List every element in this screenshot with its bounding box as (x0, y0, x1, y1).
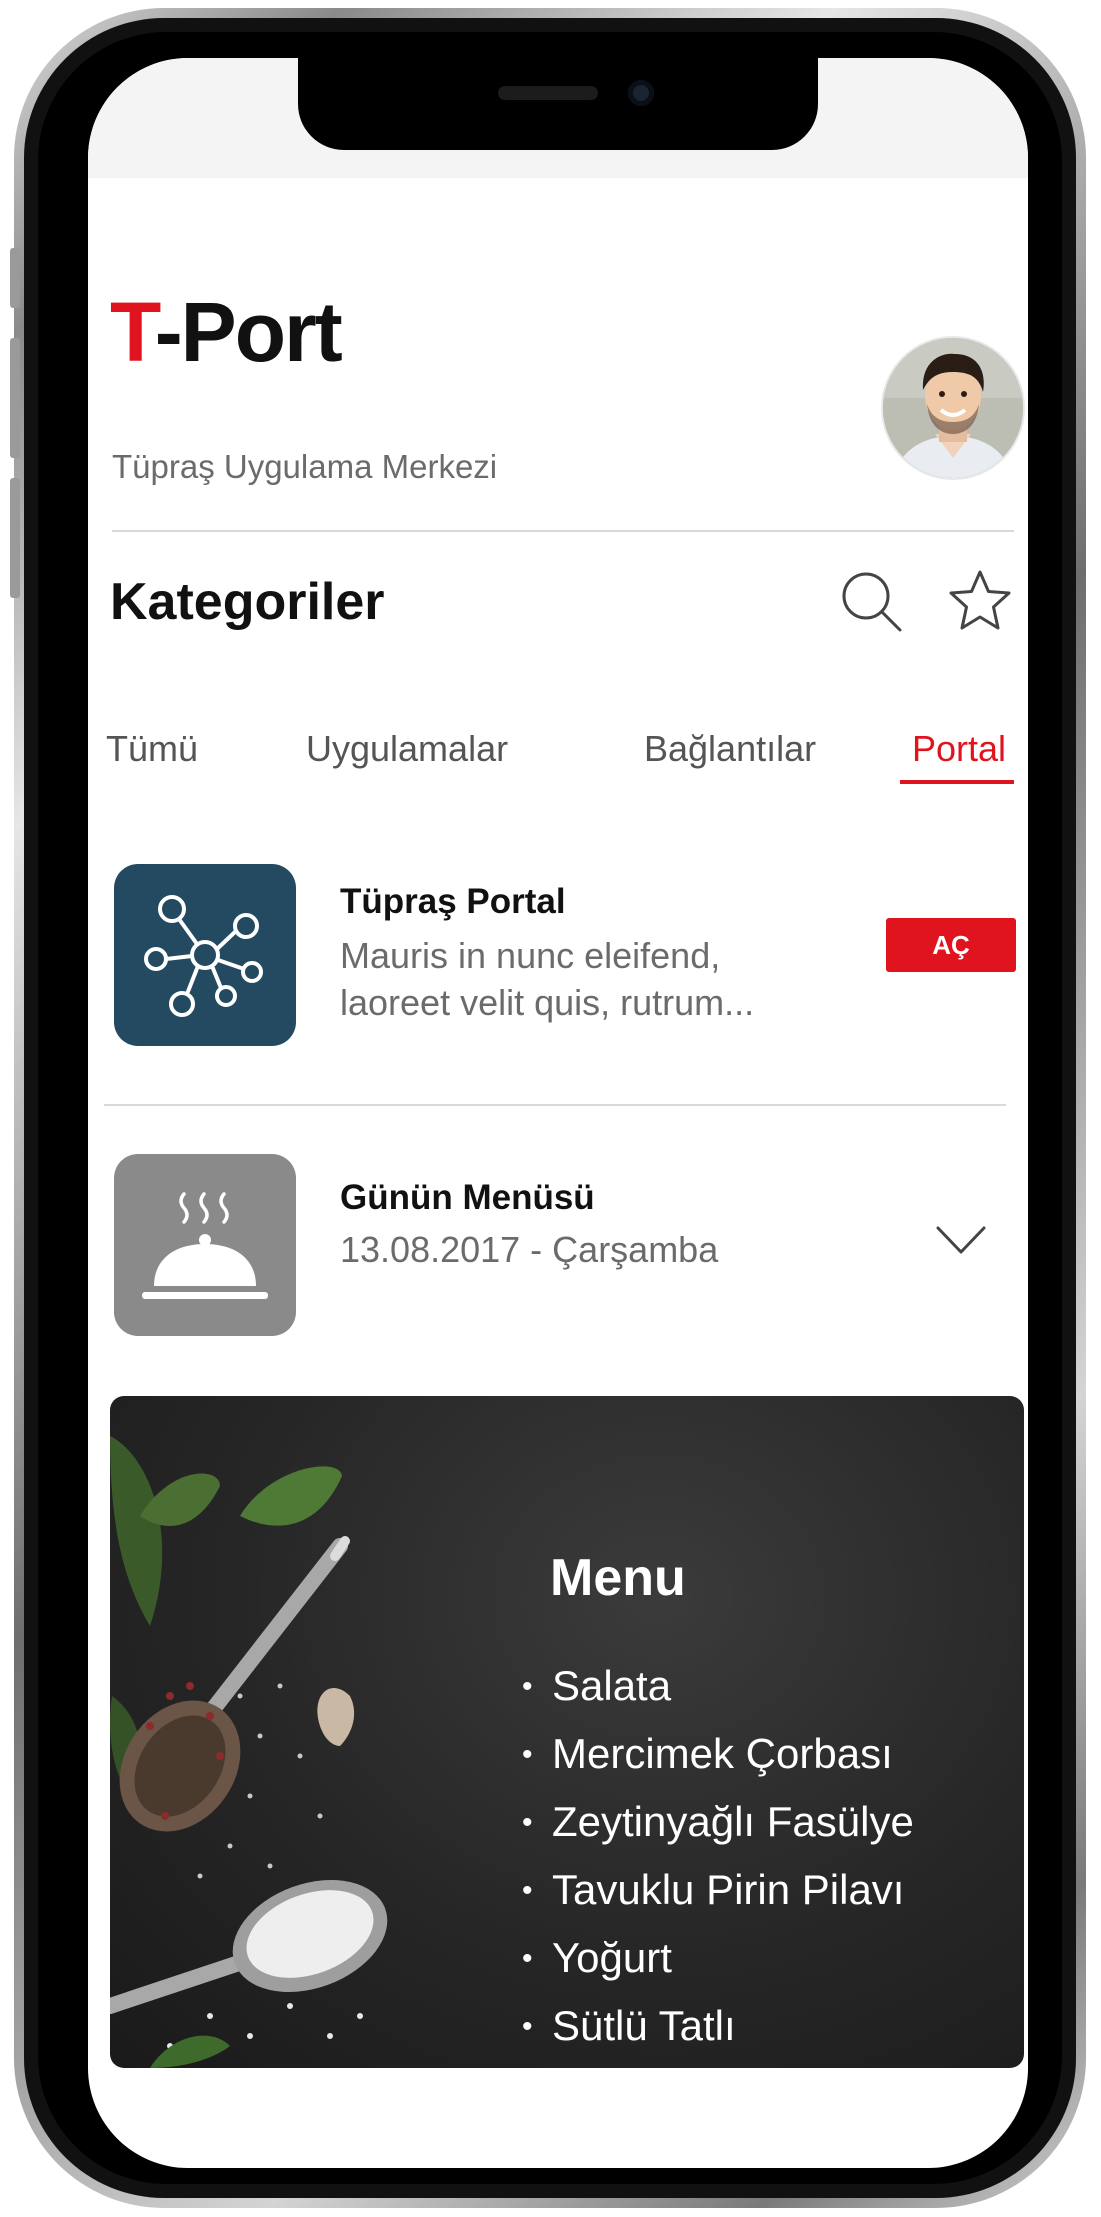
active-tab-indicator (900, 780, 1014, 784)
menu-item: Zeytinyağlı Fasülye (522, 1788, 914, 1856)
menu-list: Salata Mercimek Çorbası Zeytinyağlı Fasü… (522, 1652, 914, 2060)
open-button[interactable]: AÇ (886, 918, 1016, 972)
header-divider (112, 530, 1014, 532)
app-screen: T-Port Tüpraş Uygulama Merkezi Kategoril… (88, 58, 1028, 2168)
content: T-Port Tüpraş Uygulama Merkezi Kategoril… (104, 58, 1024, 2168)
menu-item: Salata (522, 1652, 914, 1720)
cloche-icon (142, 1192, 268, 1299)
app-logo: T-Port (110, 285, 343, 379)
page-title: Kategoriler (110, 573, 385, 631)
tab-all[interactable]: Tümü (106, 728, 198, 770)
menu-item: Sütlü Tatlı (522, 1992, 914, 2060)
list-divider (104, 1104, 1006, 1106)
avatar[interactable] (883, 338, 1023, 478)
star-icon[interactable] (945, 566, 1015, 636)
menu-item: Tavuklu Pirin Pilavı (522, 1856, 914, 1924)
app-subtitle: Tüpraş Uygulama Merkezi (112, 448, 498, 485)
mute-switch (10, 248, 20, 308)
item-date: 13.08.2017 - Çarşamba (340, 1229, 719, 1270)
description-line: laoreet velit quis, rutrum... (340, 982, 755, 1023)
tab-links[interactable]: Bağlantılar (644, 728, 816, 770)
network-icon (144, 895, 263, 1017)
item-title: Günün Menüsü (340, 1178, 595, 1217)
portal-app-icon[interactable] (114, 864, 296, 1046)
volume-down-button (10, 478, 20, 598)
search-icon[interactable] (838, 568, 908, 638)
tab-portal[interactable]: Portal (912, 728, 1006, 770)
item-description: Mauris in nunc eleifend, laoreet velit q… (340, 932, 754, 1026)
menu-item: Mercimek Çorbası (522, 1720, 914, 1788)
volume-up-button (10, 338, 20, 458)
item-title: Tüpraş Portal (340, 882, 566, 921)
menu-card: Menu Salata Mercimek Çorbası Zeytinyağlı… (110, 1396, 1024, 2068)
chevron-down-icon[interactable] (926, 1204, 996, 1274)
menu-title: Menu (550, 1549, 686, 1607)
menu-item: Yoğurt (522, 1924, 914, 1992)
tab-applications[interactable]: Uygulamalar (306, 728, 508, 770)
description-line: Mauris in nunc eleifend, (340, 935, 721, 976)
menu-app-icon[interactable] (114, 1154, 296, 1336)
